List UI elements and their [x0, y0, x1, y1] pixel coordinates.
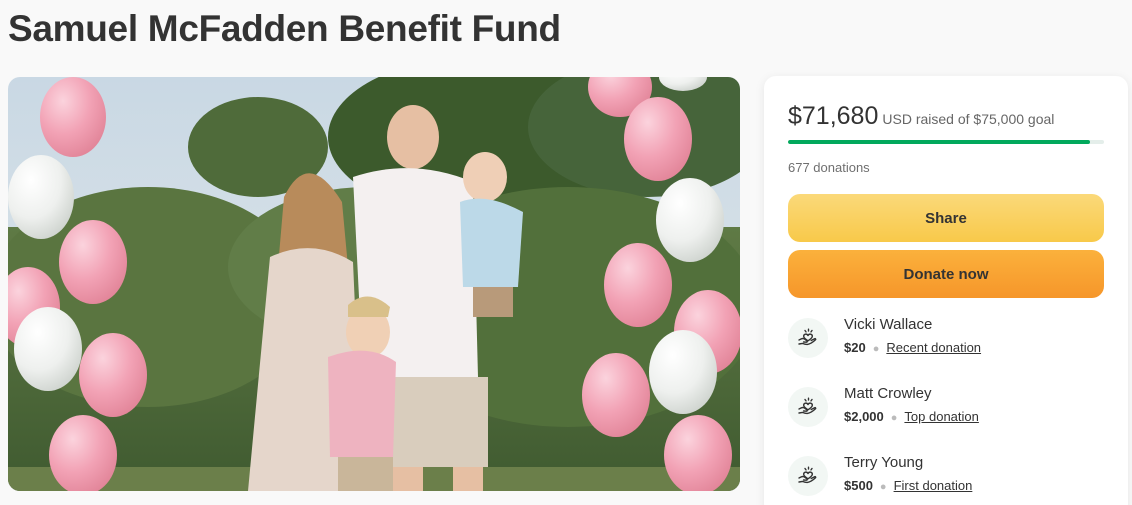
- donation-count: 677 donations: [788, 160, 870, 175]
- first-donation-link[interactable]: First donation: [894, 478, 973, 493]
- donor-amount: $20: [844, 340, 866, 355]
- raised-goal-text: USD raised of $75,000 goal: [882, 111, 1055, 127]
- donor-meta: $2,000 ● Top donation: [844, 409, 979, 424]
- donor-name: Terry Young: [844, 454, 924, 471]
- heart-hand-icon: [788, 318, 828, 358]
- goal-progress-bar: [788, 140, 1104, 144]
- page-title: Samuel McFadden Benefit Fund: [8, 8, 561, 49]
- donor-amount: $2,000: [844, 409, 884, 424]
- donate-now-button[interactable]: Donate now: [788, 250, 1104, 298]
- donor-name: Vicki Wallace: [844, 316, 933, 333]
- donor-amount: $500: [844, 478, 873, 493]
- donor-meta: $500 ● First donation: [844, 478, 972, 493]
- family-photo: [8, 77, 740, 491]
- donor-item: Matt Crowley $2,000 ● Top donation: [788, 385, 1104, 433]
- separator-dot: ●: [879, 481, 887, 493]
- raised-summary: $71,680 USD raised of $75,000 goal: [788, 102, 1054, 131]
- share-button[interactable]: Share: [788, 194, 1104, 242]
- raised-amount: $71,680: [788, 102, 879, 130]
- fundraiser-hero-image: [8, 77, 740, 491]
- heart-hand-icon: [788, 456, 828, 496]
- goal-progress-fill: [788, 140, 1091, 144]
- top-donation-link[interactable]: Top donation: [904, 409, 978, 424]
- separator-dot: ●: [872, 343, 880, 355]
- recent-donation-link[interactable]: Recent donation: [886, 340, 981, 355]
- separator-dot: ●: [890, 412, 898, 424]
- donor-item: Terry Young $500 ● First donation: [788, 454, 1104, 502]
- donor-meta: $20 ● Recent donation: [844, 340, 981, 355]
- heart-hand-icon: [788, 387, 828, 427]
- donor-item: Vicki Wallace $20 ● Recent donation: [788, 316, 1104, 364]
- donor-name: Matt Crowley: [844, 385, 932, 402]
- donation-card: $71,680 USD raised of $75,000 goal 677 do…: [764, 76, 1128, 505]
